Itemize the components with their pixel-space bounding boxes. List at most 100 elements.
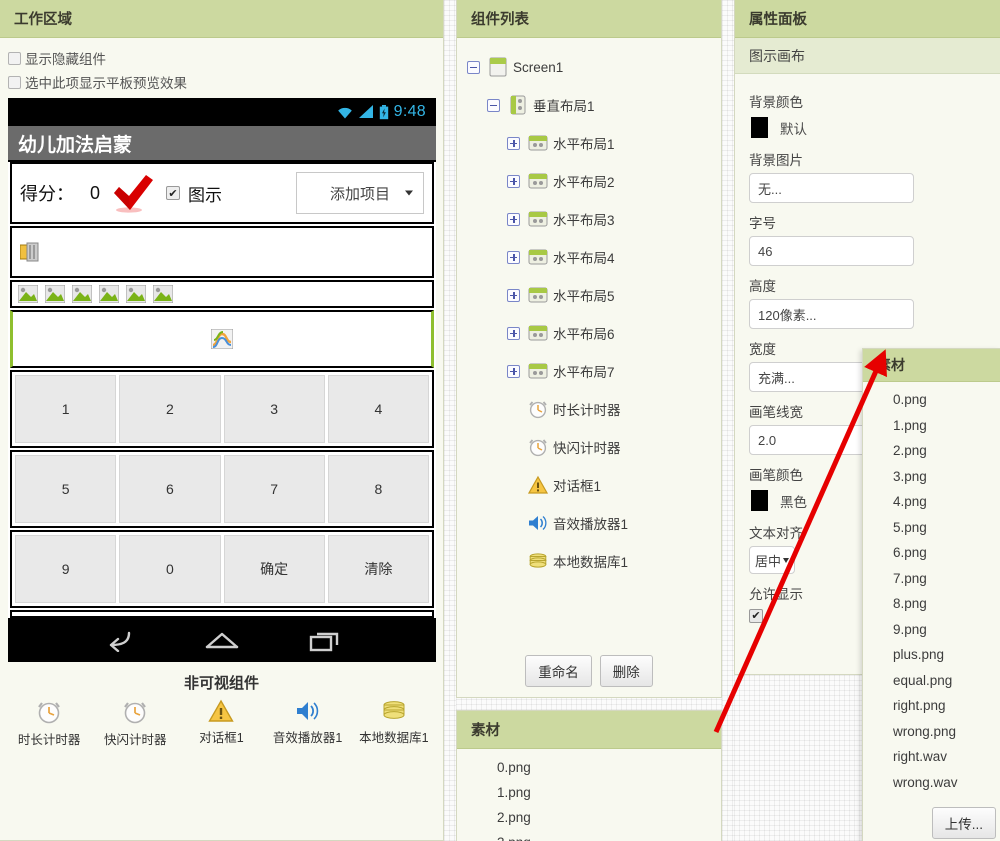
tree-node[interactable]: 本地数据库1 — [457, 542, 721, 580]
property-color-picker[interactable]: 默认 — [749, 115, 986, 140]
horizontal-arrangement-1[interactable]: 得分： 0 ✔ 图示 添加项目 — [10, 162, 434, 224]
key-button[interactable]: 6 — [119, 455, 221, 523]
media-item[interactable]: 9.png — [893, 617, 1000, 643]
expand-icon[interactable] — [507, 326, 520, 340]
chevron-down-icon — [405, 190, 413, 196]
media-item[interactable]: 3.png — [893, 464, 1000, 490]
tree-node[interactable]: Screen1 — [457, 48, 721, 86]
key-button[interactable]: 9 — [15, 535, 117, 603]
home-icon[interactable] — [205, 630, 239, 652]
keypad-row-1[interactable]: 1 2 3 4 — [10, 370, 434, 448]
media-item[interactable]: 3.png — [497, 830, 721, 841]
tree-node[interactable]: 水平布局7 — [457, 352, 721, 390]
show-icon-checkbox[interactable]: ✔ — [166, 186, 181, 200]
clear-button[interactable]: 清除 — [327, 535, 429, 603]
media-item[interactable]: wrong.wav — [893, 770, 1000, 796]
key-button[interactable]: 4 — [327, 375, 429, 443]
recents-icon[interactable] — [309, 630, 341, 652]
media-item[interactable]: 6.png — [893, 540, 1000, 566]
image-icon — [45, 285, 65, 303]
expand-icon[interactable] — [507, 288, 520, 302]
tree-node-label: 水平布局4 — [553, 251, 615, 266]
media-item[interactable]: wrong.png — [893, 719, 1000, 745]
delete-button[interactable]: 删除 — [599, 655, 653, 687]
tree-node[interactable]: 水平布局4 — [457, 238, 721, 276]
key-button[interactable]: 2 — [119, 375, 221, 443]
media-item[interactable]: 2.png — [497, 805, 721, 830]
property-input[interactable]: 无... — [749, 173, 914, 203]
property-checkbox[interactable]: ✔ — [749, 608, 763, 623]
canvas-component[interactable] — [10, 310, 434, 368]
horizontal-arrangement-3[interactable] — [10, 280, 434, 308]
expand-icon[interactable] — [507, 136, 520, 150]
media-item[interactable]: 8.png — [893, 591, 1000, 617]
tree-node-label: 音效播放器1 — [553, 517, 629, 532]
tree-node[interactable]: 水平布局6 — [457, 314, 721, 352]
media-item[interactable]: equal.png — [893, 668, 1000, 694]
media-item[interactable]: 7.png — [893, 566, 1000, 592]
property-label: 背景颜色 — [749, 95, 803, 110]
item-label: 音效播放器1 — [272, 731, 343, 745]
checkbox-label: 选中此项显示平板预览效果 — [25, 76, 187, 91]
media-item[interactable]: 1.png — [497, 780, 721, 805]
media-item[interactable]: right.wav — [893, 744, 1000, 770]
key-button[interactable]: 0 — [119, 535, 221, 603]
expand-icon[interactable] — [507, 364, 520, 378]
show-hidden-components-checkbox[interactable]: 显示隐藏组件 — [0, 46, 443, 70]
score-value: 0 — [90, 182, 101, 203]
property-label: 背景图片 — [749, 153, 803, 168]
collapse-icon[interactable] — [487, 98, 500, 112]
key-button[interactable]: 1 — [15, 375, 117, 443]
tree-node[interactable]: 水平布局3 — [457, 200, 721, 238]
media-item[interactable]: plus.png — [893, 642, 1000, 668]
tree-node[interactable]: 快闪计时器 — [457, 428, 721, 466]
media-item[interactable]: 5.png — [893, 515, 1000, 541]
wifi-icon — [337, 107, 352, 119]
key-button[interactable]: 5 — [15, 455, 117, 523]
media-item[interactable]: 0.png — [893, 387, 1000, 413]
key-button[interactable]: 8 — [327, 455, 429, 523]
item-label: 本地数据库1 — [359, 731, 429, 745]
nonvisible-item-timer2[interactable]: 快闪计时器 — [93, 699, 177, 748]
key-button[interactable]: 3 — [223, 375, 325, 443]
tree-node[interactable]: 时长计时器 — [457, 390, 721, 428]
nonvisible-item-timer1[interactable]: 时长计时器 — [7, 699, 91, 748]
nonvisible-item-notifier[interactable]: 对话框1 — [179, 699, 263, 746]
tree-node[interactable]: 水平布局2 — [457, 162, 721, 200]
nonvisible-item-sound[interactable]: 音效播放器1 — [266, 699, 350, 746]
collapse-icon[interactable] — [467, 60, 480, 74]
media-float-title: 素材 — [863, 349, 1000, 382]
horizontal-arrangement-2[interactable] — [10, 226, 434, 278]
keypad-row-2[interactable]: 5 6 7 8 — [10, 450, 434, 528]
tablet-preview-checkbox[interactable]: 选中此项显示平板预览效果 — [0, 70, 443, 94]
media-item[interactable]: 2.png — [893, 438, 1000, 464]
warning-icon — [528, 475, 548, 494]
media-item[interactable]: 0.png — [497, 755, 721, 780]
color-value-label: 默认 — [780, 121, 807, 137]
keypad-row-3[interactable]: 9 0 确定 清除 — [10, 530, 434, 608]
screen-filler — [10, 610, 434, 618]
property-select[interactable]: 居中 — [749, 546, 795, 574]
expand-icon[interactable] — [507, 174, 520, 188]
back-icon[interactable] — [103, 630, 135, 652]
expand-icon[interactable] — [507, 250, 520, 264]
expand-icon[interactable] — [507, 212, 520, 226]
key-button[interactable]: 7 — [223, 455, 325, 523]
nonvisible-item-tinydb[interactable]: 本地数据库1 — [352, 699, 436, 746]
rename-button[interactable]: 重命名 — [525, 655, 592, 687]
upload-button[interactable]: 上传... — [931, 807, 996, 839]
confirm-button[interactable]: 确定 — [223, 535, 325, 603]
canvas-icon — [211, 329, 233, 349]
media-item[interactable]: 4.png — [893, 489, 1000, 515]
media-item[interactable]: right.png — [893, 693, 1000, 719]
tree-node[interactable]: 对话框1 — [457, 466, 721, 504]
tree-node[interactable]: 水平布局1 — [457, 124, 721, 162]
tree-node[interactable]: 音效播放器1 — [457, 504, 721, 542]
horizontal-layout-icon — [528, 211, 548, 227]
tree-node[interactable]: 水平布局5 — [457, 276, 721, 314]
tree-node[interactable]: 垂直布局1 — [457, 86, 721, 124]
media-item[interactable]: 1.png — [893, 413, 1000, 439]
property-input[interactable]: 120像素... — [749, 299, 914, 329]
add-item-spinner[interactable]: 添加项目 — [296, 172, 424, 214]
property-input[interactable]: 46 — [749, 236, 914, 266]
